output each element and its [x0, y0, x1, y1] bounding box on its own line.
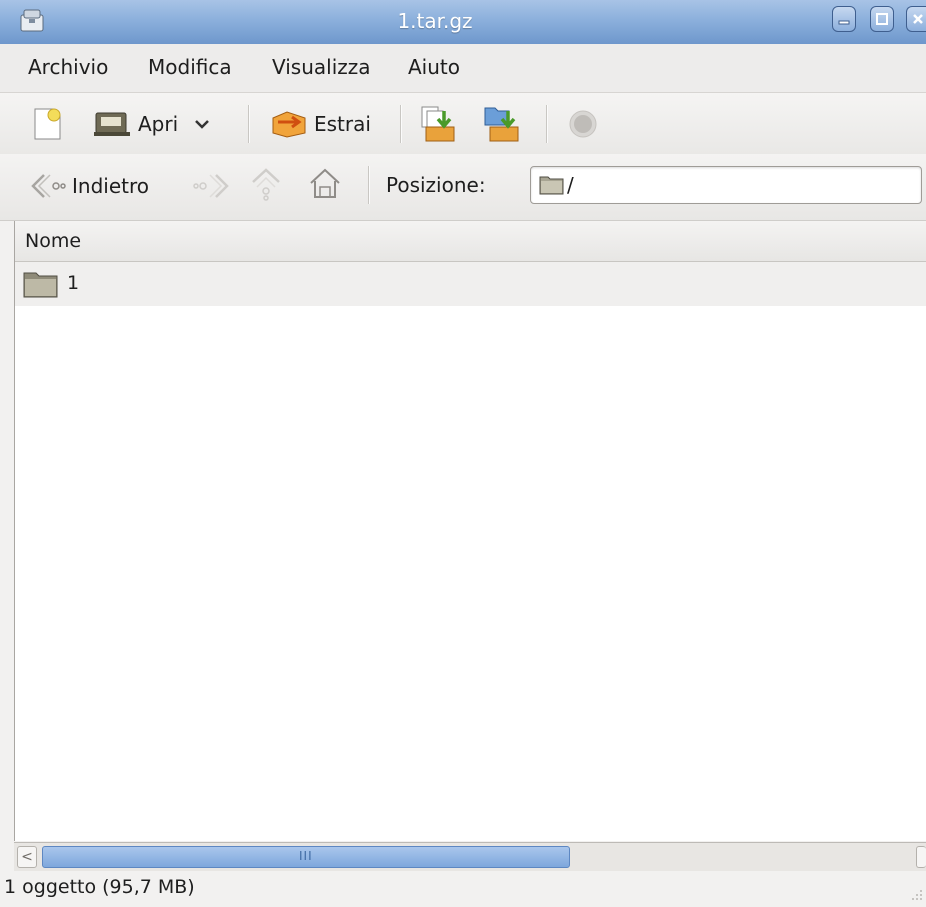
home-icon — [310, 168, 340, 198]
location-separator — [368, 166, 370, 204]
up-button[interactable] — [250, 168, 282, 201]
menu-archivio[interactable]: Archivio — [28, 55, 108, 79]
toolbar-separator — [248, 105, 250, 143]
back-button[interactable]: Indietro — [30, 170, 149, 202]
location-label: Posizione: — [386, 173, 486, 197]
extract-button[interactable]: Estrai — [270, 108, 371, 140]
forward-arrow-icon — [193, 174, 229, 198]
add-folder-button[interactable] — [482, 107, 522, 142]
open-button-label: Apri — [138, 112, 179, 136]
extract-button-label: Estrai — [314, 112, 371, 136]
new-document-icon — [34, 108, 61, 140]
resize-grip-icon — [912, 890, 922, 900]
new-archive-button[interactable] — [32, 108, 64, 140]
scrollbar-thumb[interactable]: III — [42, 846, 570, 868]
title-bar[interactable]: 1.tar.gz — [0, 0, 926, 45]
back-arrow-icon — [31, 174, 66, 198]
column-header-label: Nome — [25, 230, 82, 252]
main-toolbar: Apri Estrai — [0, 92, 926, 156]
folder-icon — [23, 272, 58, 298]
back-button-label: Indietro — [72, 174, 149, 198]
minimize-button[interactable] — [832, 6, 856, 32]
scrollbar-grip: III — [299, 849, 313, 863]
open-button[interactable]: Apri — [92, 108, 210, 140]
chevron-down-icon — [195, 120, 210, 129]
list-item[interactable]: 1 — [15, 262, 926, 306]
name-column-header[interactable]: Nome — [15, 221, 926, 262]
toolbar-separator — [546, 105, 548, 143]
scroll-left-button[interactable]: < — [17, 846, 37, 868]
extract-icon — [272, 111, 306, 138]
toolbar-separator — [400, 105, 402, 143]
list-item-name: 1 — [67, 272, 80, 294]
menu-visualizza[interactable]: Visualizza — [272, 55, 371, 79]
add-folder-icon — [484, 107, 519, 142]
close-button[interactable] — [906, 6, 926, 32]
location-path: / — [567, 173, 574, 197]
folder-icon — [539, 176, 564, 195]
window-title: 1.tar.gz — [397, 9, 473, 33]
location-field[interactable]: / — [530, 166, 922, 204]
status-bar: 1 oggetto (95,7 MB) — [4, 876, 195, 898]
maximize-button[interactable] — [870, 6, 894, 32]
up-arrow-icon — [252, 168, 280, 201]
menu-bar: Archivio Modifica Visualizza Aiuto — [0, 44, 926, 92]
home-button[interactable] — [308, 168, 342, 200]
forward-button[interactable] — [192, 170, 230, 202]
menu-modifica[interactable]: Modifica — [148, 55, 232, 79]
stop-icon — [569, 110, 597, 138]
add-files-icon — [421, 106, 455, 142]
open-archive-icon — [94, 112, 130, 136]
scroll-right-button[interactable] — [916, 846, 926, 868]
menu-aiuto[interactable]: Aiuto — [408, 55, 460, 79]
stop-button[interactable] — [566, 108, 600, 140]
file-list[interactable]: Nome 1 — [14, 221, 926, 841]
horizontal-scrollbar[interactable]: < III — [14, 842, 926, 871]
add-files-button[interactable] — [418, 106, 458, 142]
